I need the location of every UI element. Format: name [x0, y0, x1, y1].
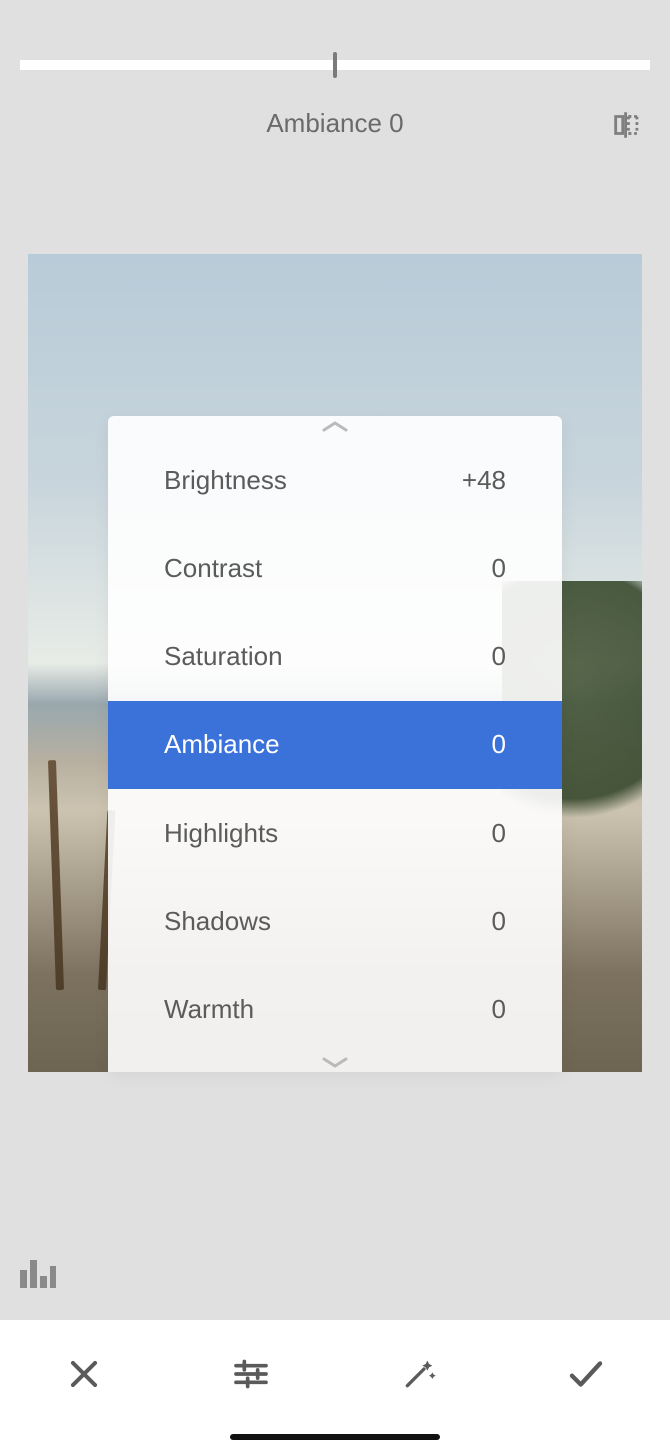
adjustment-label: Warmth [164, 994, 492, 1025]
decorative-element [48, 760, 64, 990]
adjustment-label: Contrast [164, 553, 492, 584]
adjustment-label: Brightness [164, 465, 462, 496]
adjustment-slider-handle[interactable] [333, 52, 337, 78]
bottom-toolbar [0, 1320, 670, 1450]
adjustment-value: 0 [492, 641, 506, 672]
chevron-up-icon[interactable] [108, 416, 562, 436]
adjustment-value: 0 [492, 553, 506, 584]
adjustment-value: 0 [492, 906, 506, 937]
compare-button[interactable] [606, 104, 648, 146]
adjustment-value: 0 [492, 818, 506, 849]
adjustment-value: +48 [462, 465, 506, 496]
checkmark-icon [565, 1353, 607, 1395]
adjustment-row-saturation[interactable]: Saturation0 [108, 613, 562, 701]
adjustment-label: Ambiance [164, 729, 492, 760]
adjustment-label: Shadows [164, 906, 492, 937]
adjustment-row-highlights[interactable]: Highlights0 [108, 789, 562, 877]
histogram-icon [20, 1260, 56, 1288]
close-icon [65, 1355, 103, 1393]
adjustment-value: 0 [492, 994, 506, 1025]
auto-enhance-button[interactable] [335, 1344, 503, 1404]
magic-wand-icon [399, 1354, 439, 1394]
adjustment-row-contrast[interactable]: Contrast0 [108, 524, 562, 612]
adjustment-label: Highlights [164, 818, 492, 849]
apply-button[interactable] [503, 1344, 670, 1404]
home-indicator[interactable] [230, 1434, 440, 1440]
histogram-button[interactable] [20, 1260, 60, 1290]
tune-icon [231, 1354, 271, 1394]
tune-button[interactable] [168, 1344, 336, 1404]
adjustment-row-brightness[interactable]: Brightness+48 [108, 436, 562, 524]
adjustment-value: 0 [492, 729, 506, 760]
chevron-down-icon[interactable] [108, 1054, 562, 1072]
adjustment-menu[interactable]: Brightness+48Contrast0Saturation0Ambianc… [108, 416, 562, 1072]
adjustment-label: Saturation [164, 641, 492, 672]
compare-icon [610, 108, 644, 142]
cancel-button[interactable] [0, 1344, 168, 1404]
adjustment-row-ambiance[interactable]: Ambiance0 [108, 701, 562, 789]
adjustment-list: Brightness+48Contrast0Saturation0Ambianc… [108, 436, 562, 1054]
adjustment-slider-label: Ambiance 0 [0, 108, 670, 139]
adjustment-row-warmth[interactable]: Warmth0 [108, 966, 562, 1054]
adjustment-row-shadows[interactable]: Shadows0 [108, 877, 562, 965]
